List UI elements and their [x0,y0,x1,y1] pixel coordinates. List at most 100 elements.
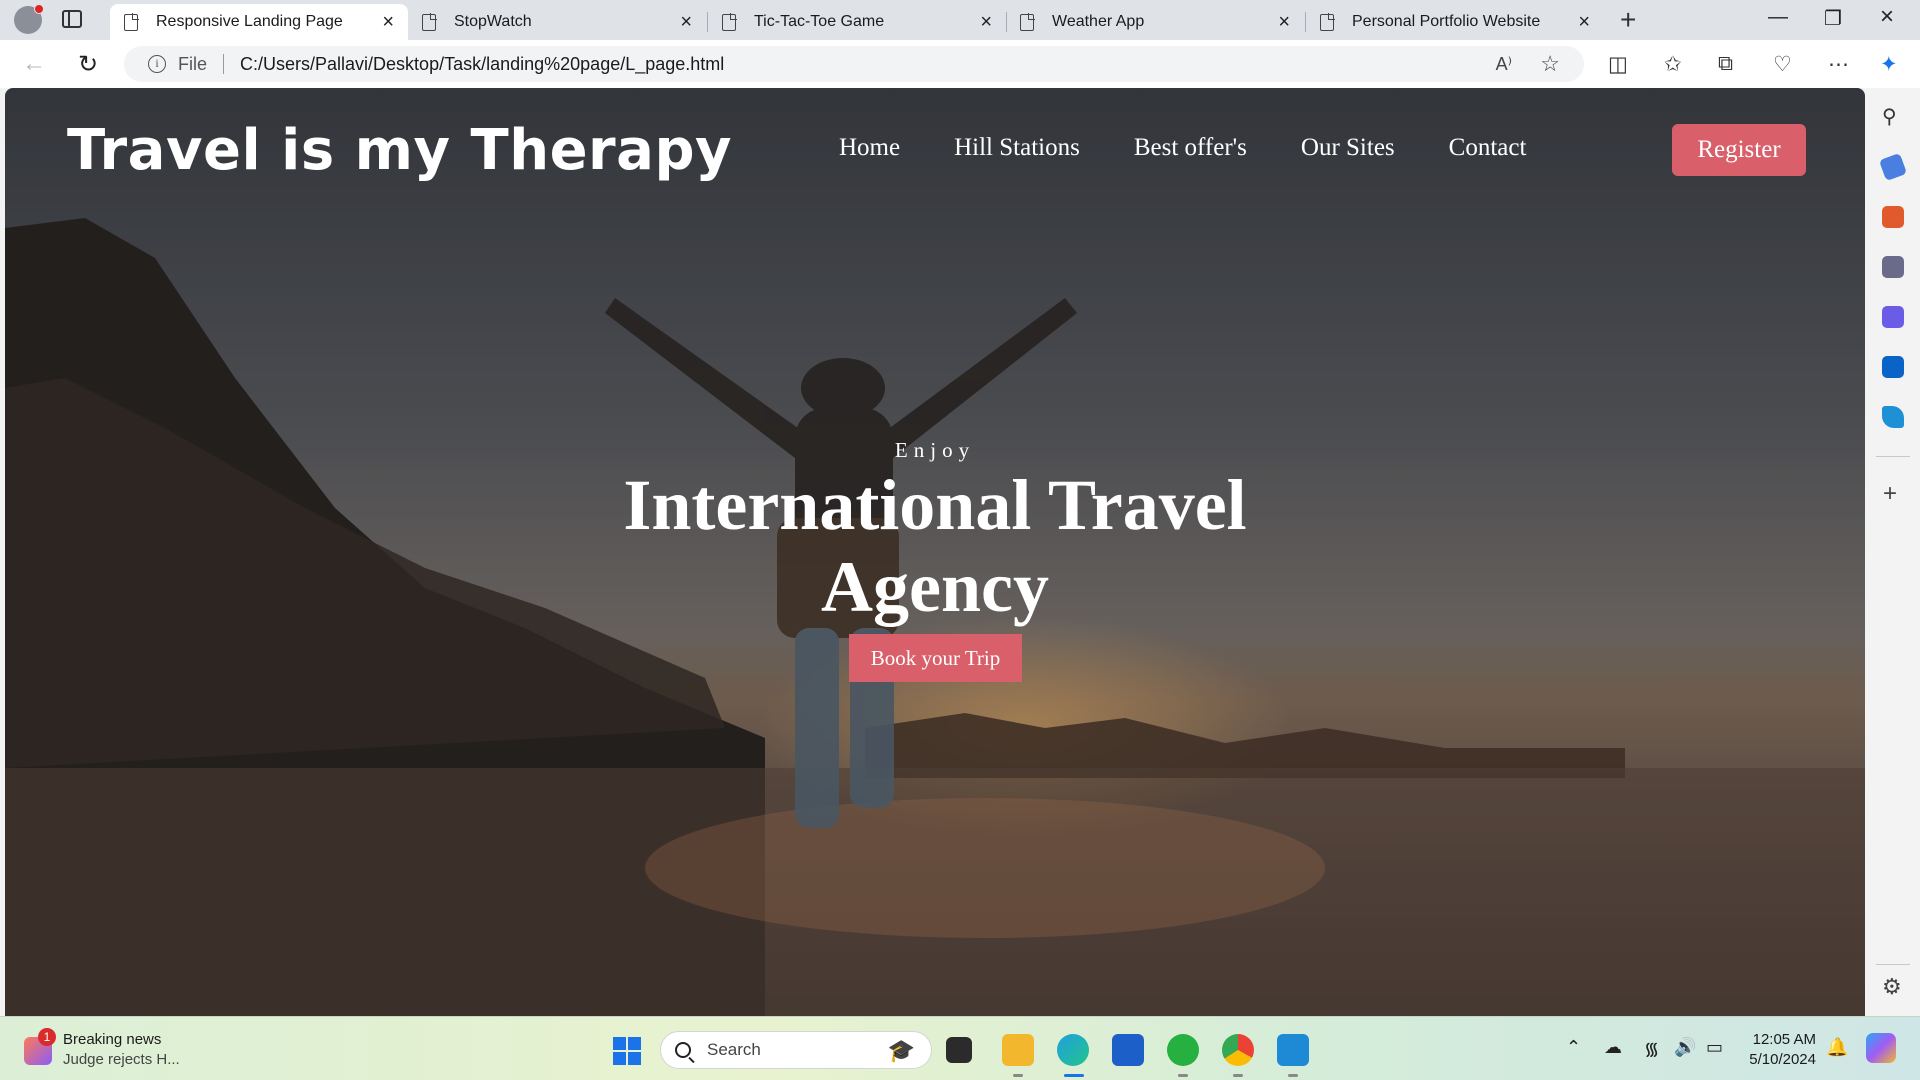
news-subtitle[interactable]: Judge rejects H... [63,1051,180,1068]
browser-toolbar: ← ↻ i File C:/Users/Pallavi/Desktop/Task… [0,40,1920,88]
running-indicator [1178,1074,1188,1077]
chrome-icon[interactable] [1222,1034,1254,1066]
close-icon[interactable]: × [680,12,692,32]
profile-avatar[interactable] [14,4,44,34]
task-view-icon[interactable] [946,1037,972,1063]
scheme-label: File [178,53,208,74]
split-screen-icon[interactable]: ◫ [1608,52,1628,77]
refresh-button[interactable]: ↻ [78,50,98,79]
url-separator [223,54,225,74]
sidebar-divider [1876,456,1910,457]
edge-sidebar: ⚲ + ⚙ [1866,88,1920,1016]
microsoft-365-icon[interactable] [1882,306,1904,328]
collections-icon[interactable]: ⧉ [1718,52,1733,76]
search-icon[interactable]: ⚲ [1882,104,1904,128]
tab-responsive-landing-page[interactable]: Responsive Landing Page × [110,4,408,40]
system-clock[interactable]: 12:05 AM 5/10/2024 [1740,1030,1816,1070]
volume-icon[interactable]: 🔊 [1674,1037,1696,1058]
info-icon[interactable]: i [148,55,166,73]
windows-start-icon[interactable] [613,1037,641,1065]
clock-time: 12:05 AM [1752,1031,1816,1048]
copilot-icon[interactable]: ✦ [1880,52,1898,77]
file-explorer-icon[interactable] [1002,1034,1034,1066]
address-bar[interactable]: i File C:/Users/Pallavi/Desktop/Task/lan… [124,46,1584,82]
back-button[interactable]: ← [22,50,46,78]
tools-icon[interactable] [1882,206,1904,228]
sidebar-divider [1876,964,1910,965]
tab-label: StopWatch [454,13,532,30]
microsoft-store-icon[interactable] [1112,1034,1144,1066]
wifi-icon[interactable]: ᯾ [1644,1037,1659,1061]
close-icon[interactable]: × [1278,12,1290,32]
hero-eyebrow: Enjoy [894,438,976,462]
show-hidden-icons-chevron[interactable]: ⌃ [1566,1037,1581,1058]
restore-button[interactable]: ❐ [1824,6,1842,31]
book-trip-button[interactable]: Book your Trip [849,634,1022,682]
taskbar-search[interactable]: Search 🎓 [660,1031,932,1069]
clock-date: 5/10/2024 [1749,1051,1816,1068]
running-indicator [1013,1074,1023,1077]
nav-our-sites[interactable]: Our Sites [1301,134,1395,162]
shopping-tag-icon[interactable] [1878,152,1908,182]
graduation-cap-icon: 🎓 [887,1038,915,1063]
close-icon[interactable]: × [1578,12,1590,32]
close-icon[interactable]: × [382,12,394,32]
tab-tic-tac-toe[interactable]: Tic-Tac-Toe Game × [708,4,1006,40]
browser-essentials-icon[interactable]: ♡ [1773,52,1792,77]
register-button[interactable]: Register [1672,124,1806,176]
copilot-taskbar-icon[interactable] [1866,1033,1896,1063]
favorites-icon[interactable]: ✩ [1664,52,1682,77]
battery-icon[interactable]: ▭ [1706,1037,1723,1058]
nav-hill-stations[interactable]: Hill Stations [954,134,1080,162]
favorite-star-icon[interactable]: ☆ [1540,51,1560,77]
onedrive-icon[interactable]: ☁ [1604,1037,1622,1058]
tab-label: Weather App [1052,13,1145,30]
search-placeholder: Search [707,1040,761,1059]
tab-stopwatch[interactable]: StopWatch × [408,4,706,40]
notification-bell-icon[interactable]: 🔔 [1826,1037,1848,1058]
edge-browser-icon[interactable] [1057,1034,1089,1066]
hero-headline-line-2: Agency [821,547,1049,627]
tab-label: Tic-Tac-Toe Game [754,13,885,30]
search-icon [675,1042,691,1058]
running-indicator [1288,1074,1298,1077]
tab-personal-portfolio[interactable]: Personal Portfolio Website × [1306,4,1604,40]
tab-actions-icon[interactable] [62,10,82,28]
new-tab-button[interactable]: + [1620,6,1636,34]
tab-label: Personal Portfolio Website [1352,13,1541,30]
main-nav: Home Hill Stations Best offer's Our Site… [839,134,1526,162]
window-close-button[interactable]: × [1880,3,1894,31]
news-notification-badge: 1 [38,1028,56,1046]
tab-label: Responsive Landing Page [156,13,343,30]
nav-home[interactable]: Home [839,134,900,162]
site-logo-text[interactable]: Travel is my Therapy [67,118,732,183]
vscode-icon[interactable] [1277,1034,1309,1066]
active-indicator [1064,1074,1084,1077]
tab-weather-app[interactable]: Weather App × [1006,4,1304,40]
send-icon[interactable] [1882,406,1904,428]
nav-best-offers[interactable]: Best offer's [1134,134,1247,162]
page-icon [1320,12,1335,31]
taskbar: 1 Breaking news Judge rejects H... Searc… [0,1016,1920,1080]
hero-headline-line-1: International Travel [623,465,1247,545]
whatsapp-icon[interactable] [1167,1034,1199,1066]
settings-gear-icon[interactable]: ⚙ [1882,974,1902,1000]
add-icon[interactable]: + [1883,480,1897,508]
news-title[interactable]: Breaking news [63,1031,161,1048]
games-icon[interactable] [1882,256,1904,278]
page-icon [422,12,437,31]
hero-headline: International Travel Agency [5,464,1865,628]
outlook-icon[interactable] [1882,356,1904,378]
read-aloud-icon[interactable]: A⁾ [1496,54,1512,75]
page-icon [722,12,737,31]
page-viewport: Travel is my Therapy Home Hill Stations … [5,88,1865,1016]
tab-strip: Responsive Landing Page × StopWatch × Ti… [0,0,1920,40]
close-icon[interactable]: × [980,12,992,32]
more-options-icon[interactable]: ⋯ [1828,52,1849,77]
running-indicator [1233,1074,1243,1077]
page-icon [1020,12,1035,31]
minimize-button[interactable]: — [1768,6,1788,29]
page-icon [124,12,139,31]
nav-contact[interactable]: Contact [1449,134,1527,162]
url-text[interactable]: C:/Users/Pallavi/Desktop/Task/landing%20… [240,54,724,75]
